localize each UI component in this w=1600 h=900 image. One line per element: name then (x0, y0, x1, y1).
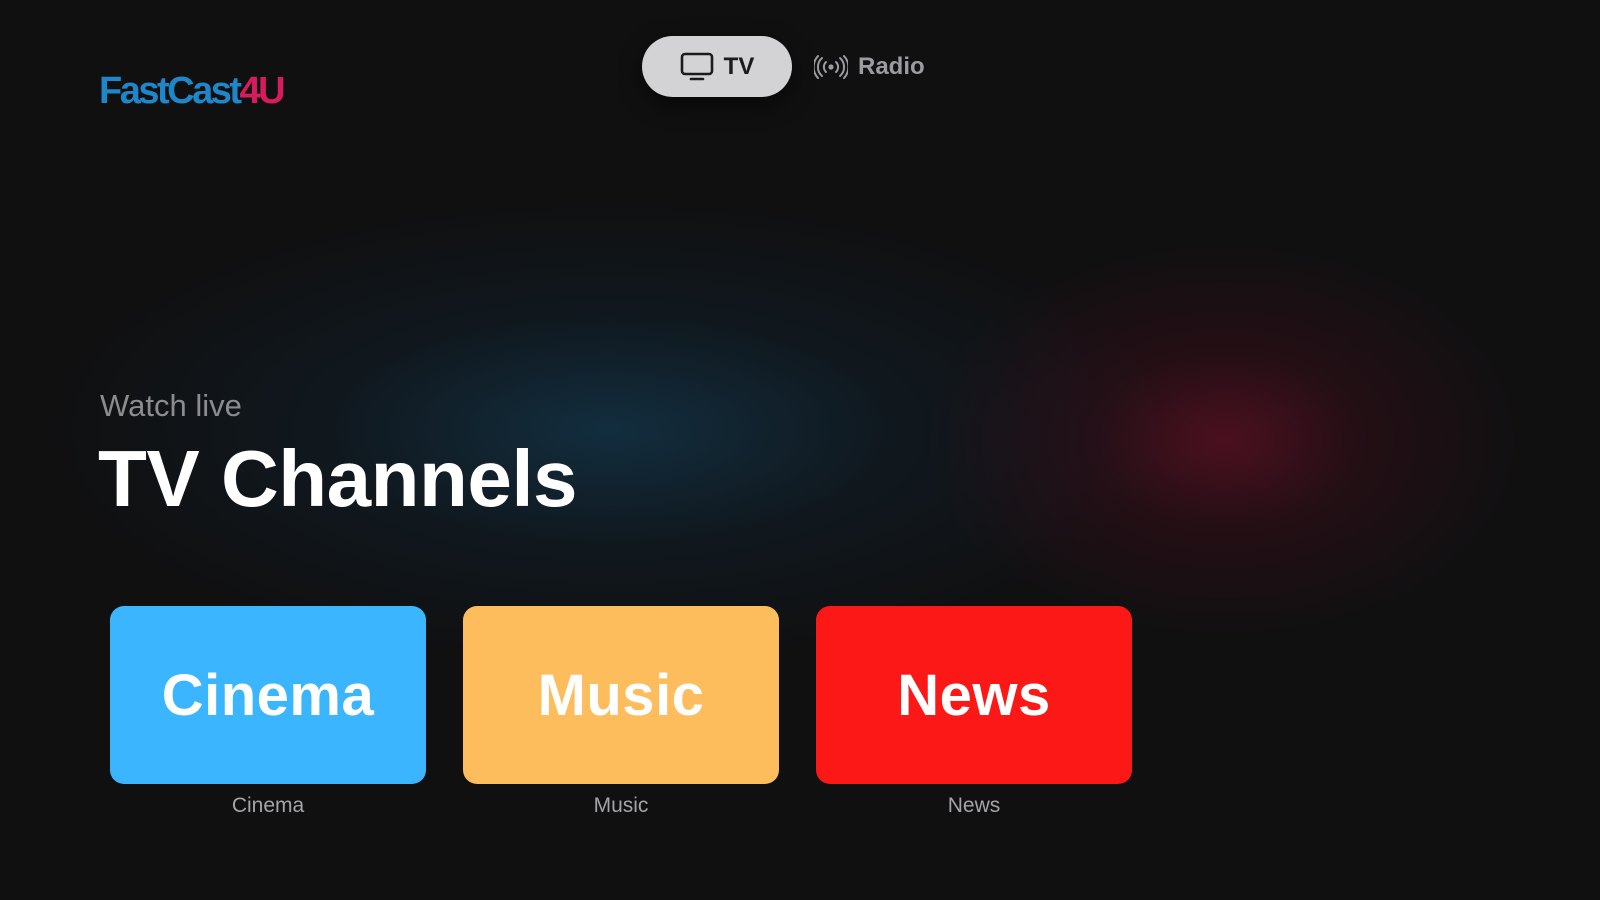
page-title: TV Channels (98, 434, 578, 523)
app-screen: FastCast4U TV Radio Watch live TV Channe… (0, 0, 1600, 900)
tab-radio[interactable]: Radio (814, 36, 925, 97)
logo-text-primary: FastCast (99, 70, 242, 112)
hero-subtitle: Watch live (100, 388, 242, 423)
top-navigation: TV Radio (642, 36, 925, 97)
category-tile-text: News (897, 662, 1051, 728)
category-caption: Cinema (231, 794, 305, 817)
category-tile-cinema[interactable]: Cinema (110, 606, 426, 784)
category-row: Cinema Cinema Music Music News News (110, 606, 1132, 818)
category-card-music[interactable]: Music Music (463, 606, 779, 818)
tab-tv[interactable]: TV (642, 36, 792, 97)
category-tile-text: Music (537, 662, 705, 728)
category-card-cinema[interactable]: Cinema Cinema (110, 606, 426, 818)
category-card-news[interactable]: News News (816, 606, 1132, 818)
category-caption: News (947, 794, 1001, 817)
logo-text-accent: 4U (239, 70, 286, 112)
category-tile-music[interactable]: Music (463, 606, 779, 784)
tab-tv-label: TV (723, 52, 755, 80)
category-tile-text: Cinema (161, 662, 375, 728)
radio-broadcast-icon (814, 54, 848, 79)
tv-icon (680, 52, 714, 82)
fastcast4u-logo: FastCast4U (99, 70, 286, 112)
category-caption: Music (593, 794, 649, 817)
tab-radio-label: Radio (858, 52, 925, 80)
category-tile-news[interactable]: News (816, 606, 1132, 784)
